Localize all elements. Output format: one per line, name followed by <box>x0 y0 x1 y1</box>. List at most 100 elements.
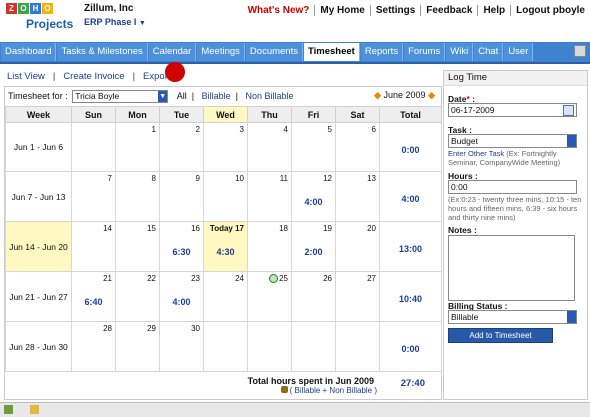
day-cell[interactable]: 19 2:00 <box>291 221 336 272</box>
day-cell[interactable]: 22 <box>115 271 160 322</box>
tab-tasks-milestones[interactable]: Tasks & Milestones <box>57 43 148 61</box>
task-select[interactable]: Budget <box>448 134 577 148</box>
day-cell <box>291 321 336 372</box>
tab-wiki[interactable]: Wiki <box>446 43 474 61</box>
col-header-tue: Tue <box>159 106 204 123</box>
day-cell <box>335 321 380 372</box>
printer-icon[interactable] <box>574 45 586 57</box>
day-cell[interactable]: 18 <box>247 221 292 272</box>
day-cell[interactable]: 2 <box>159 122 204 172</box>
tab-chat[interactable]: Chat <box>474 43 504 61</box>
log-time-title: Log Time <box>444 71 587 86</box>
today-cell[interactable]: Today 17 4:30 <box>203 221 248 272</box>
day-cell[interactable]: 24 <box>203 271 248 322</box>
chevron-down-icon: ▼ <box>138 20 146 27</box>
calendar-icon[interactable] <box>563 105 574 116</box>
day-cell[interactable]: 4 <box>247 122 292 172</box>
week-label: Jun 28 - Jun 30 <box>5 321 72 372</box>
day-cell[interactable]: 27 <box>335 271 380 322</box>
hours-input[interactable]: 0:00 <box>448 180 577 194</box>
day-hours[interactable]: 4:00 <box>160 297 203 307</box>
day-cell[interactable]: 11 <box>247 171 292 222</box>
notes-textarea[interactable] <box>448 235 575 301</box>
help-link[interactable]: Help <box>477 5 511 16</box>
week-total[interactable]: 10:40 <box>380 294 441 304</box>
user-select[interactable]: Tricia Boyle ▼ <box>72 90 169 103</box>
day-cell[interactable]: 29 <box>115 321 160 372</box>
day-number: 23 <box>191 274 200 283</box>
subnav-separator: | <box>132 71 136 82</box>
add-to-timesheet-button[interactable]: Add to Timesheet <box>448 328 553 343</box>
month-summary: Total hours spent in Jun 2009 ( Billable… <box>245 376 441 395</box>
day-cell[interactable]: 7 <box>71 171 116 222</box>
day-cell[interactable]: 28 <box>71 321 116 372</box>
chevron-down-icon <box>567 135 576 147</box>
tab-reports[interactable]: Reports <box>360 43 404 61</box>
day-cell[interactable]: 26 <box>291 271 336 322</box>
day-hours[interactable]: 4:30 <box>204 247 247 257</box>
day-hours[interactable]: 4:00 <box>292 197 335 207</box>
main-tabs: Dashboard Tasks & Milestones Calendar Meeti… <box>0 42 590 64</box>
day-number: 2 <box>195 125 200 134</box>
day-cell[interactable]: 6 <box>335 122 380 172</box>
day-cell[interactable]: 12 4:00 <box>291 171 336 222</box>
col-header-wed: Wed <box>203 106 248 123</box>
logout-link[interactable]: Logout pboyle <box>510 5 590 16</box>
next-month-icon[interactable]: ◆ <box>428 90 435 100</box>
day-cell[interactable]: 3 <box>203 122 248 172</box>
prev-month-icon[interactable]: ◆ <box>374 90 381 100</box>
my-home-link[interactable]: My Home <box>314 5 370 16</box>
day-cell[interactable]: 15 <box>115 221 160 272</box>
whats-new-link[interactable]: What's New? <box>243 5 315 16</box>
billing-status-select[interactable]: Billable <box>448 310 577 324</box>
day-hours[interactable]: 2:00 <box>292 247 335 257</box>
tab-dashboard[interactable]: Dashboard <box>1 43 57 61</box>
project-selector[interactable]: ERP Phase I ▼ <box>84 17 146 27</box>
day-cell[interactable]: 14 <box>71 221 116 272</box>
tab-timesheet[interactable]: Timesheet <box>303 43 360 61</box>
week-total[interactable]: 0:00 <box>380 344 441 354</box>
day-cell[interactable]: 16 6:30 <box>159 221 204 272</box>
zoho-logo[interactable]: ZOHO Projects <box>6 3 73 37</box>
week-total-cell: 0:00 <box>379 122 442 172</box>
day-cell[interactable]: 8 <box>115 171 160 222</box>
filter-billable[interactable]: Billable <box>202 91 231 101</box>
day-cell[interactable]: 25 <box>247 271 292 322</box>
day-number: 29 <box>147 324 156 333</box>
tab-documents[interactable]: Documents <box>245 43 303 61</box>
week-total[interactable]: 4:00 <box>380 194 441 204</box>
day-cell[interactable]: 1 <box>115 122 160 172</box>
day-cell[interactable]: 13 <box>335 171 380 222</box>
list-view-link[interactable]: List View <box>7 71 45 82</box>
day-number: 6 <box>371 125 376 134</box>
settings-link[interactable]: Settings <box>369 5 421 16</box>
day-cell[interactable]: 30 <box>159 321 204 372</box>
day-number: 27 <box>367 274 376 283</box>
tab-user[interactable]: User <box>504 43 534 61</box>
day-cell[interactable] <box>71 122 116 172</box>
day-hours[interactable]: 6:40 <box>72 297 115 307</box>
week-total[interactable]: 13:00 <box>380 244 441 254</box>
day-cell[interactable]: 21 6:40 <box>71 271 116 322</box>
log-time-panel: Log Time Date* : 06-17-2009 Task : Budge… <box>443 70 588 400</box>
tab-forums[interactable]: Forums <box>404 43 446 61</box>
week-label: Jun 14 - Jun 20 <box>5 221 72 272</box>
feedback-link[interactable]: Feedback <box>420 5 478 16</box>
enter-other-task-link[interactable]: Enter Other Task <box>448 149 504 158</box>
day-cell[interactable]: 10 <box>203 171 248 222</box>
day-cell <box>247 321 292 372</box>
day-hours[interactable]: 6:30 <box>160 247 203 257</box>
day-cell[interactable]: 23 4:00 <box>159 271 204 322</box>
day-cell[interactable]: 20 <box>335 221 380 272</box>
filter-non-billable[interactable]: Non Billable <box>245 91 293 101</box>
day-cell[interactable]: 9 <box>159 171 204 222</box>
create-invoice-link[interactable]: Create Invoice <box>63 71 124 82</box>
tab-calendar[interactable]: Calendar <box>148 43 197 61</box>
day-cell[interactable]: 5 <box>291 122 336 172</box>
week-total-cell: 4:00 <box>379 171 442 222</box>
filter-all[interactable]: All <box>177 91 187 101</box>
tab-meetings[interactable]: Meetings <box>197 43 245 61</box>
grand-total[interactable]: 27:40 <box>401 378 425 389</box>
date-input[interactable]: 06-17-2009 <box>448 103 577 117</box>
week-total[interactable]: 0:00 <box>380 145 441 155</box>
